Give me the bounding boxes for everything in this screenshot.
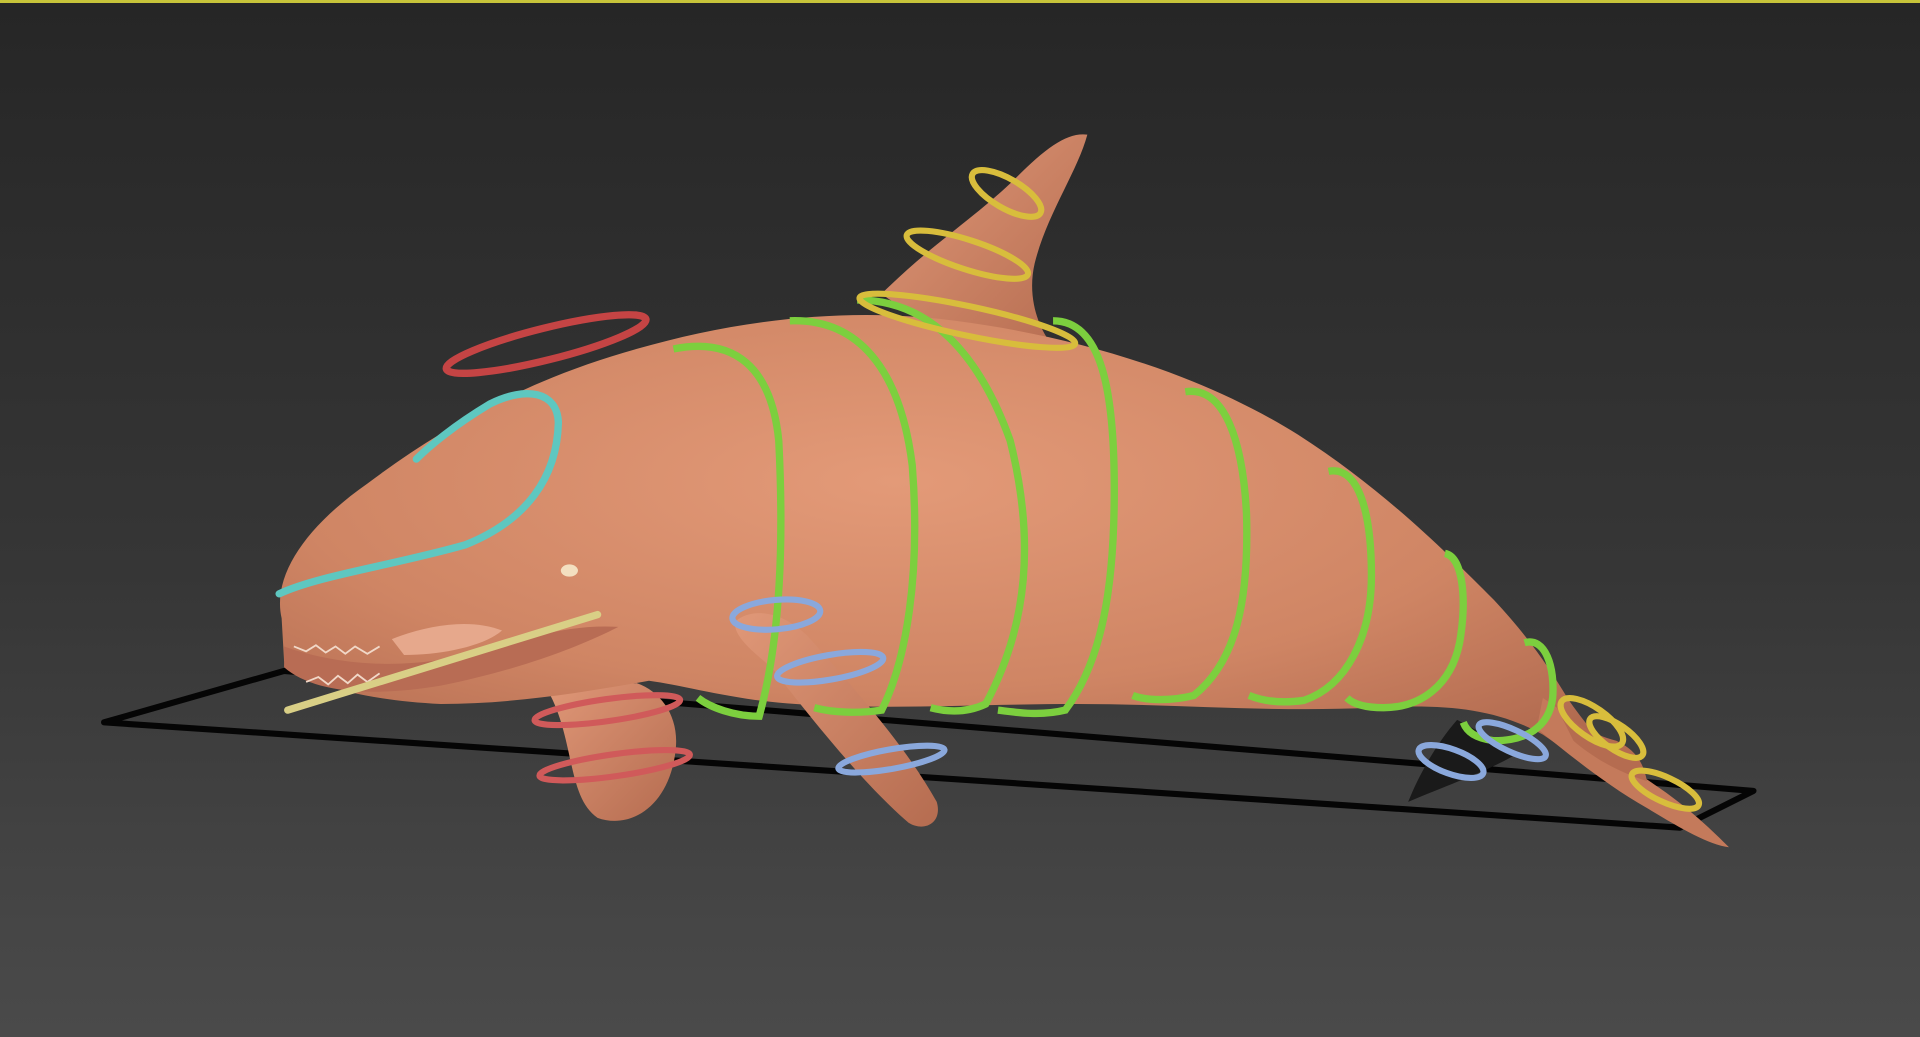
perspective-viewport[interactable] [0, 0, 1920, 1037]
whale-eye [560, 564, 578, 577]
scene-canvas[interactable] [0, 0, 1920, 1037]
